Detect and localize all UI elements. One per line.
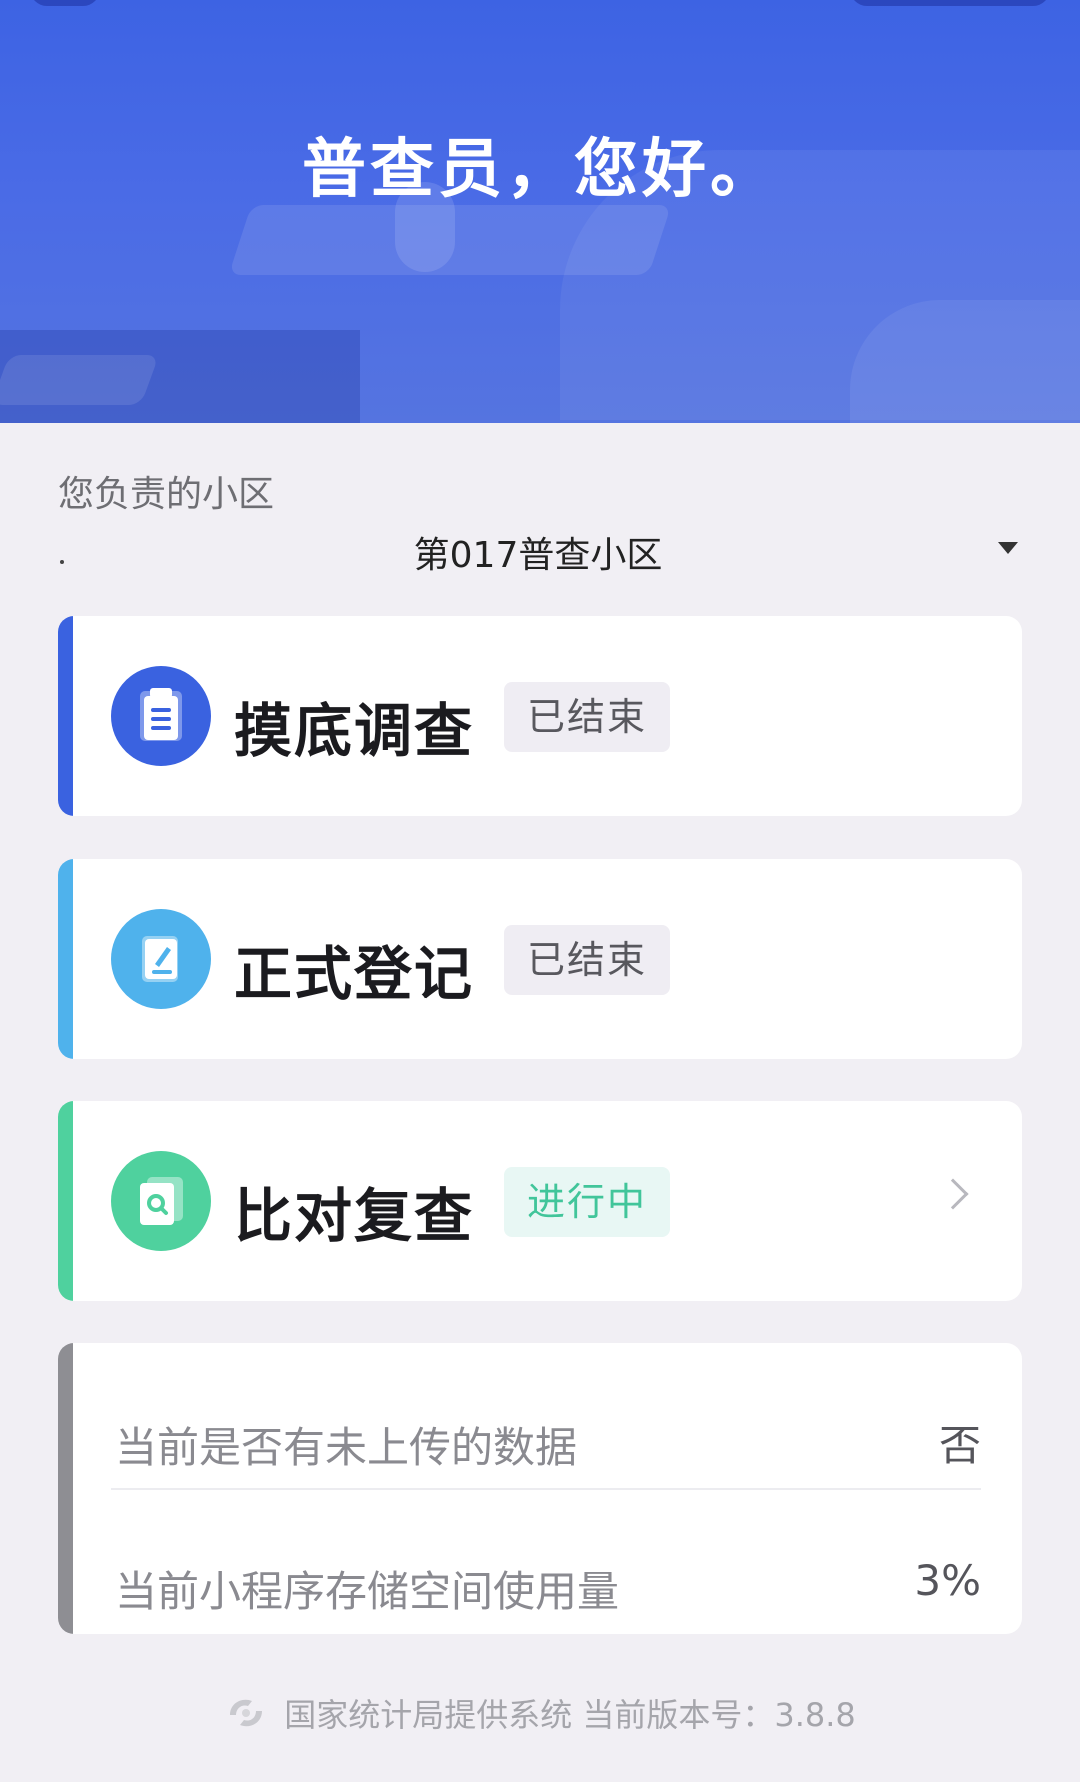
footer: 国家统计局提供系统 当前版本号：3.8.8 xyxy=(0,1690,1080,1740)
stage-card-registration[interactable]: 正式登记 已结束 xyxy=(58,859,1022,1059)
greeting-title: 普查员，您好。 xyxy=(302,133,778,207)
hero-background-shape xyxy=(850,300,1080,423)
district-label: 您负责的小区 xyxy=(58,474,275,515)
edit-document-icon xyxy=(111,909,211,1009)
stage-title: 正式登记 xyxy=(234,940,475,1008)
caret-down-icon xyxy=(998,542,1018,554)
stage-card-survey[interactable]: 摸底调查 已结束 xyxy=(58,616,1022,816)
district-value: 第017普查小区 xyxy=(413,535,663,576)
unuploaded-data-label: 当前是否有未上传的数据 xyxy=(115,1423,578,1472)
back-button[interactable] xyxy=(30,0,100,6)
search-document-icon xyxy=(111,1151,211,1251)
divider xyxy=(111,1488,981,1490)
clipboard-icon xyxy=(111,666,211,766)
status-badge: 已结束 xyxy=(504,925,670,995)
storage-usage-label: 当前小程序存储空间使用量 xyxy=(115,1567,620,1616)
status-badge: 进行中 xyxy=(504,1167,670,1237)
status-badge: 已结束 xyxy=(504,682,670,752)
card-accent-bar xyxy=(58,1101,73,1301)
storage-usage-value: 3% xyxy=(914,1556,981,1605)
chevron-right-icon xyxy=(937,1178,969,1210)
unuploaded-data-value: 否 xyxy=(938,1421,981,1470)
statistics-bureau-logo-icon xyxy=(224,1693,268,1733)
card-accent-bar xyxy=(58,859,73,1059)
status-info-card: 当前是否有未上传的数据 否 当前小程序存储空间使用量 3% xyxy=(58,1343,1022,1634)
stage-title: 摸底调查 xyxy=(234,697,475,765)
card-accent-bar xyxy=(58,616,73,816)
stage-card-recheck[interactable]: 比对复查 进行中 xyxy=(58,1101,1022,1301)
footer-text: 国家统计局提供系统 当前版本号：3.8.8 xyxy=(284,1696,856,1734)
unuploaded-data-row: 当前是否有未上传的数据 否 xyxy=(115,1396,981,1476)
hero-background-shape xyxy=(0,355,160,405)
card-accent-bar xyxy=(58,1343,73,1634)
capsule-menu-button[interactable] xyxy=(850,0,1050,6)
stage-title: 比对复查 xyxy=(234,1182,475,1250)
district-selector[interactable]: 第017普查小区 xyxy=(58,520,1018,576)
storage-usage-row: 当前小程序存储空间使用量 3% xyxy=(115,1540,981,1620)
hero-banner: 普查员，您好。 xyxy=(0,0,1080,423)
